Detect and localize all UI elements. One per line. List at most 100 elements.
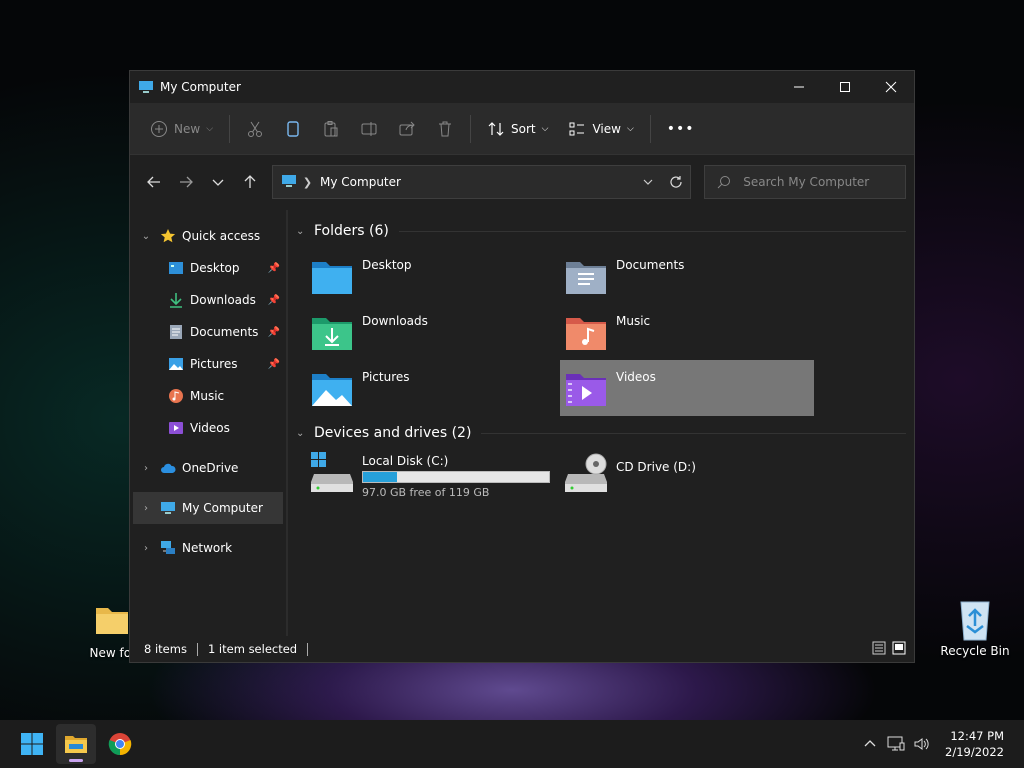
close-button[interactable] <box>868 71 914 103</box>
plus-circle-icon <box>151 120 167 137</box>
folder-name: Videos <box>616 370 656 384</box>
sidebar-item-videos[interactable]: Videos <box>130 412 286 444</box>
sidebar-item-desktop[interactable]: Desktop 📌 <box>130 252 286 284</box>
sidebar-item-downloads[interactable]: Downloads 📌 <box>130 284 286 316</box>
sidebar-item-music[interactable]: Music <box>130 380 286 412</box>
view-button[interactable]: View ⌵ <box>558 111 643 147</box>
sidebar-item-label: My Computer <box>182 501 263 515</box>
share-button[interactable] <box>388 111 426 147</box>
drive-tile-c[interactable]: Local Disk (C:) 97.0 GB free of 119 GB <box>306 446 560 502</box>
pin-icon[interactable]: 📌 <box>268 295 280 306</box>
desktop-folder-icon <box>310 256 354 296</box>
chevron-down-icon[interactable]: ⌄ <box>296 226 308 237</box>
more-options-button[interactable]: ••• <box>657 111 705 147</box>
chevron-right-icon[interactable]: › <box>138 463 154 474</box>
cut-button[interactable] <box>236 111 274 147</box>
forward-button[interactable] <box>170 166 202 198</box>
copy-button[interactable] <box>274 111 312 147</box>
refresh-button[interactable] <box>662 168 690 196</box>
folder-tile-desktop[interactable]: Desktop <box>306 248 560 304</box>
address-bar[interactable]: ❯ My Computer <box>271 165 692 199</box>
sidebar-item-pictures[interactable]: Pictures 📌 <box>130 348 286 380</box>
explorer-window: My Computer New ⌵ Sort ⌵ View ⌵ ••• ❯ My… <box>129 70 915 663</box>
chevron-down-icon <box>643 179 653 185</box>
sidebar-item-quick-access[interactable]: ⌄ Quick access <box>130 220 286 252</box>
arrow-left-icon <box>147 176 160 188</box>
maximize-icon <box>840 82 850 92</box>
rename-button[interactable] <box>350 111 388 147</box>
chrome-taskbar-button[interactable] <box>100 724 140 764</box>
drive-name: CD Drive (D:) <box>616 460 696 474</box>
chevron-right-icon[interactable]: › <box>138 503 154 514</box>
chevron-down-icon[interactable]: ⌄ <box>138 231 154 242</box>
details-view-button[interactable] <box>872 641 886 658</box>
devices-group-header[interactable]: ⌄ Devices and drives (2) <box>296 422 906 444</box>
drive-tile-d[interactable]: CD Drive (D:) <box>560 446 814 502</box>
folder-name: Desktop <box>362 258 412 272</box>
clock-date: 2/19/2022 <box>945 745 1004 759</box>
tiles-view-button[interactable] <box>892 641 906 658</box>
pin-icon[interactable]: 📌 <box>268 327 280 338</box>
navigation-bar: ❯ My Computer Search My Computer <box>130 155 914 209</box>
sidebar-item-onedrive[interactable]: › OneDrive <box>130 452 286 484</box>
pin-icon[interactable]: 📌 <box>268 263 280 274</box>
recent-locations-button[interactable] <box>202 166 234 198</box>
maximize-button[interactable] <box>822 71 868 103</box>
desktop-icon <box>168 260 184 276</box>
sort-button[interactable]: Sort ⌵ <box>477 111 558 147</box>
more-icon: ••• <box>666 120 695 137</box>
desktop-recycle-bin[interactable]: Recycle Bin <box>935 598 1015 658</box>
folder-tile-videos[interactable]: Videos <box>560 360 814 416</box>
desktop-new-folder-label: New fol <box>89 646 135 660</box>
folders-group-header[interactable]: ⌄ Folders (6) <box>296 220 906 242</box>
search-icon <box>717 176 731 189</box>
drive-free-space: 97.0 GB free of 119 GB <box>362 486 490 499</box>
computer-icon <box>281 173 297 192</box>
sidebar-item-my-computer[interactable]: › My Computer <box>133 492 283 524</box>
minimize-button[interactable] <box>776 71 822 103</box>
chevron-down-icon[interactable]: ⌄ <box>296 428 308 439</box>
toolbar-divider <box>470 114 472 143</box>
folder-tile-documents[interactable]: Documents <box>560 248 814 304</box>
documents-folder-icon <box>564 256 608 296</box>
show-hidden-icons-button[interactable] <box>857 737 883 751</box>
disk-usage-bar <box>362 471 550 483</box>
system-tray: 12:47 PM 2/19/2022 <box>857 720 1024 768</box>
chevron-right-icon[interactable]: › <box>138 543 154 554</box>
explorer-content: ⌄ Quick access Desktop 📌 Downloads 📌 Doc… <box>130 210 914 636</box>
window-title: My Computer <box>160 80 241 94</box>
folder-tile-pictures[interactable]: Pictures <box>306 360 560 416</box>
address-dropdown-button[interactable] <box>634 168 662 196</box>
volume-button[interactable] <box>909 736 935 752</box>
clock[interactable]: 12:47 PM 2/19/2022 <box>935 728 1024 760</box>
sidebar-item-documents[interactable]: Documents 📌 <box>130 316 286 348</box>
search-box[interactable]: Search My Computer <box>704 165 906 199</box>
title-bar[interactable]: My Computer <box>130 71 914 103</box>
new-button[interactable]: New ⌵ <box>140 111 223 147</box>
pictures-icon <box>168 356 184 372</box>
paste-button[interactable] <box>312 111 350 147</box>
up-button[interactable] <box>234 166 266 198</box>
pin-icon[interactable]: 📌 <box>268 359 280 370</box>
delete-button[interactable] <box>426 111 464 147</box>
chevron-down-icon <box>212 179 224 186</box>
folder-tile-downloads[interactable]: Downloads <box>306 304 560 360</box>
search-placeholder: Search My Computer <box>743 175 870 189</box>
folder-name: Pictures <box>362 370 410 384</box>
share-icon <box>399 121 415 135</box>
network-status-button[interactable] <box>883 736 909 752</box>
back-button[interactable] <box>138 166 170 198</box>
start-button[interactable] <box>12 724 52 764</box>
folder-name: Downloads <box>362 314 428 328</box>
close-icon <box>885 81 897 93</box>
file-explorer-taskbar-button[interactable] <box>56 724 96 764</box>
sidebar-item-network[interactable]: › Network <box>130 532 286 564</box>
folder-tile-music[interactable]: Music <box>560 304 814 360</box>
chevron-up-icon <box>864 740 876 747</box>
arrow-up-icon <box>244 175 256 188</box>
folder-name: Documents <box>616 258 685 272</box>
toolbar-divider <box>229 114 231 143</box>
items-view: ⌄ Folders (6) Desktop Documents Download… <box>288 210 914 636</box>
breadcrumb-separator-icon: ❯ <box>302 175 313 189</box>
view-switcher <box>872 641 906 658</box>
